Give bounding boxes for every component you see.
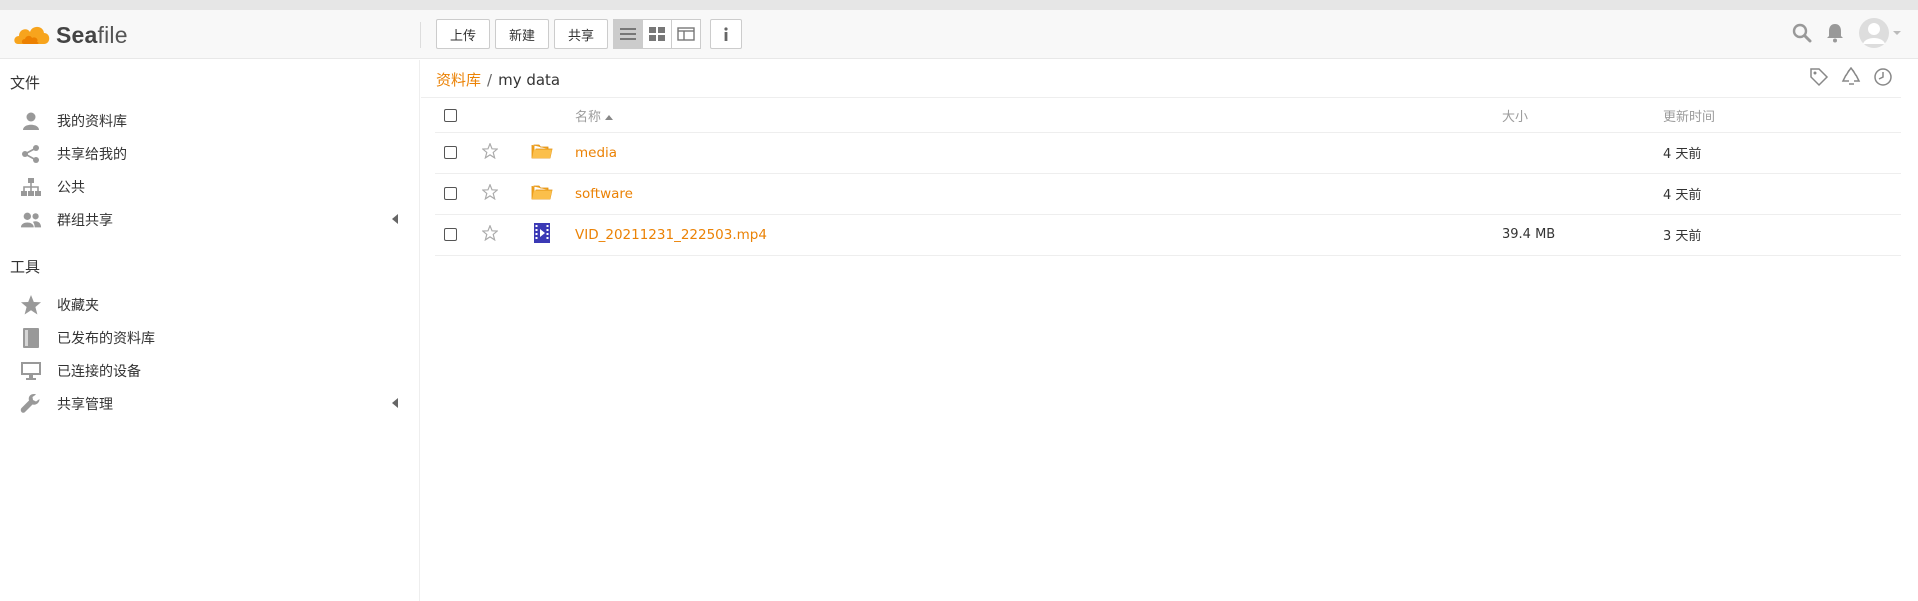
tag-icon — [1810, 68, 1829, 87]
monitor-icon — [20, 360, 42, 382]
header-divider — [420, 22, 421, 48]
column-view-button[interactable] — [671, 19, 702, 49]
sidebar-item-linked-devices[interactable]: 已连接的设备 — [0, 354, 420, 387]
grid-view-icon — [649, 27, 666, 41]
new-button[interactable]: 新建 — [495, 19, 550, 49]
row-checkbox[interactable] — [444, 146, 457, 159]
sidebar-item-my-libraries[interactable]: 我的资料库 — [0, 104, 420, 137]
file-table: 名称 大小 更新时间 media 4 天前 software 4 天前 VID_… — [435, 99, 1901, 256]
video-file-icon — [534, 222, 550, 243]
org-icon — [20, 176, 42, 198]
sidebar-item-share-admin[interactable]: 共享管理 — [0, 387, 420, 420]
file-size — [1502, 173, 1663, 215]
sidebar-item-label: 已连接的设备 — [57, 363, 141, 380]
star-outline-icon[interactable] — [481, 141, 499, 159]
toolbar: 上传 新建 共享 — [436, 19, 743, 49]
column-header-size[interactable]: 大小 — [1502, 99, 1663, 133]
group-icon — [20, 209, 42, 231]
info-button[interactable] — [710, 19, 743, 49]
column-view-icon — [677, 27, 695, 41]
sort-up-icon — [605, 114, 614, 120]
seafile-logo[interactable]: Seafile — [12, 18, 128, 52]
cloud-logo-icon — [14, 26, 50, 44]
folder-icon — [531, 144, 553, 158]
book-icon — [20, 327, 42, 349]
user-menu[interactable] — [1858, 17, 1902, 49]
select-all-checkbox[interactable] — [444, 108, 457, 122]
file-modified: 4 天前 — [1663, 173, 1901, 215]
select-all-cell — [435, 99, 471, 133]
row-checkbox[interactable] — [444, 228, 457, 241]
top-header: Seafile 上传 新建 共享 — [0, 10, 1918, 59]
file-name-link[interactable]: software — [575, 186, 633, 202]
file-modified: 4 天前 — [1663, 132, 1901, 174]
trash-button[interactable] — [1841, 67, 1861, 87]
file-name-link[interactable]: media — [575, 145, 617, 161]
grid-view-button[interactable] — [642, 19, 673, 49]
sidebar-item-label: 共享管理 — [57, 396, 113, 413]
expand-caret-icon[interactable] — [392, 214, 398, 224]
share-button[interactable]: 共享 — [554, 19, 609, 49]
breadcrumb: 资料库 / my data — [436, 69, 560, 90]
main-content: 资料库 / my data 名称 大小 更新时间 media 4 天前 soft… — [421, 60, 1918, 601]
breadcrumb-libraries-link[interactable]: 资料库 — [436, 71, 481, 89]
file-size — [1502, 132, 1663, 174]
tags-button[interactable] — [1809, 67, 1829, 87]
section-title-files: 文件 — [10, 74, 41, 92]
sidebar-item-label: 公共 — [57, 179, 85, 196]
file-size: 39.4 MB — [1502, 214, 1663, 256]
breadcrumb-actions — [1797, 67, 1893, 87]
section-title-tools: 工具 — [10, 258, 41, 276]
sidebar-item-label: 已发布的资料库 — [57, 330, 155, 347]
logo-text: Seafile — [56, 21, 128, 48]
list-view-icon — [620, 28, 637, 40]
expand-caret-icon[interactable] — [392, 398, 398, 408]
table-header-row: 名称 大小 更新时间 — [435, 99, 1901, 133]
breadcrumb-separator: / — [487, 71, 493, 89]
view-mode-group — [613, 19, 702, 49]
column-header-name[interactable]: 名称 — [575, 99, 1502, 133]
folder-icon — [531, 185, 553, 199]
search-icon — [1792, 23, 1812, 43]
sidebar-item-label: 我的资料库 — [57, 113, 127, 130]
info-icon — [724, 27, 728, 41]
upload-button[interactable]: 上传 — [436, 19, 491, 49]
file-modified: 3 天前 — [1663, 214, 1901, 256]
file-name-link[interactable]: VID_20211231_222503.mp4 — [575, 227, 767, 243]
row-checkbox[interactable] — [444, 187, 457, 200]
bell-icon — [1827, 24, 1843, 43]
star-outline-icon[interactable] — [481, 223, 499, 241]
notifications-button[interactable] — [1826, 23, 1844, 43]
star-outline-icon[interactable] — [481, 182, 499, 200]
clock-icon — [1874, 68, 1892, 86]
sidebar-item-label: 群组共享 — [57, 212, 113, 229]
table-row[interactable]: software 4 天前 — [435, 173, 1901, 215]
sidebar-item-group-shares[interactable]: 群组共享 — [0, 203, 420, 236]
list-view-button[interactable] — [613, 19, 644, 49]
sidebar-item-favorites[interactable]: 收藏夹 — [0, 288, 420, 321]
sidebar-item-public[interactable]: 公共 — [0, 170, 420, 203]
history-button[interactable] — [1873, 67, 1893, 87]
avatar — [1859, 18, 1889, 48]
header-right — [1778, 17, 1902, 49]
sidebar-item-shared-with-me[interactable]: 共享给我的 — [0, 137, 420, 170]
column-header-modified[interactable]: 更新时间 — [1663, 99, 1901, 133]
wrench-icon — [20, 393, 42, 415]
sidebar-item-label: 收藏夹 — [57, 297, 99, 314]
table-row[interactable]: media 4 天前 — [435, 132, 1901, 174]
window-top-strip — [0, 0, 1918, 10]
share-icon — [20, 143, 42, 165]
sidebar-item-label: 共享给我的 — [57, 146, 127, 163]
search-button[interactable] — [1792, 23, 1812, 43]
sidebar: 文件 我的资料库 共享给我的 公共 群组共享 工具 收藏夹 已发布的资料库 已连… — [0, 60, 420, 601]
breadcrumb-current: my data — [498, 71, 561, 89]
breadcrumb-bar: 资料库 / my data — [421, 60, 1901, 98]
recycle-icon — [1841, 67, 1861, 85]
sidebar-item-published-libraries[interactable]: 已发布的资料库 — [0, 321, 420, 354]
star-icon — [20, 294, 42, 316]
chevron-down-icon — [1893, 31, 1901, 35]
user-icon — [20, 110, 42, 132]
table-row[interactable]: VID_20211231_222503.mp4 39.4 MB 3 天前 — [435, 214, 1901, 256]
